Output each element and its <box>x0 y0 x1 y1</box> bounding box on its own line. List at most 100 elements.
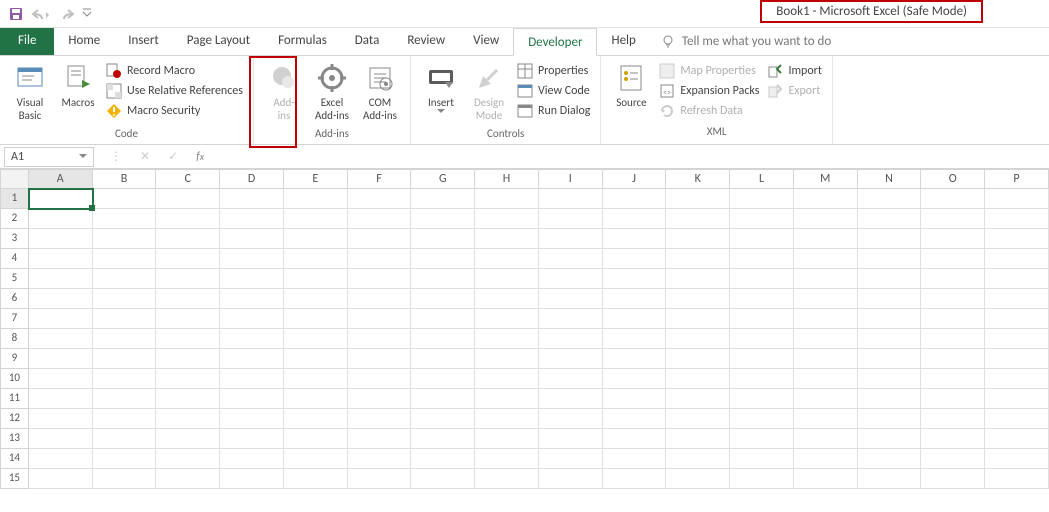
cell[interactable] <box>730 309 794 329</box>
save-icon[interactable] <box>8 6 24 22</box>
cell[interactable] <box>921 409 985 429</box>
tab-review[interactable]: Review <box>393 27 459 55</box>
cell[interactable] <box>284 289 348 309</box>
row-header[interactable]: 14 <box>0 449 29 469</box>
cell[interactable] <box>29 189 93 209</box>
cell[interactable] <box>666 389 730 409</box>
cell[interactable] <box>220 309 284 329</box>
design-mode-button[interactable]: Design Mode <box>465 60 513 124</box>
tab-help[interactable]: Help <box>597 27 649 55</box>
cell[interactable] <box>603 369 667 389</box>
spreadsheet-grid[interactable]: A B C D E F G H I J K L M N O P 12345678… <box>0 169 1049 489</box>
row-header[interactable]: 12 <box>0 409 29 429</box>
cell[interactable] <box>539 289 603 309</box>
cell[interactable] <box>730 409 794 429</box>
cell[interactable] <box>539 229 603 249</box>
cell[interactable] <box>29 429 93 449</box>
com-addins-button[interactable]: COM Add-ins <box>356 60 404 124</box>
cell[interactable] <box>666 229 730 249</box>
cell[interactable] <box>539 189 603 209</box>
row-header[interactable]: 11 <box>0 389 29 409</box>
cell[interactable] <box>603 449 667 469</box>
cell[interactable] <box>156 389 220 409</box>
cell[interactable] <box>475 469 539 489</box>
cell[interactable] <box>156 329 220 349</box>
cell[interactable] <box>29 229 93 249</box>
cell[interactable] <box>93 349 157 369</box>
cell[interactable] <box>603 249 667 269</box>
col-header[interactable]: E <box>284 169 348 189</box>
cell[interactable] <box>411 469 475 489</box>
cell[interactable] <box>985 469 1049 489</box>
record-macro-button[interactable]: Record Macro <box>104 62 245 80</box>
tab-page-layout[interactable]: Page Layout <box>173 27 264 55</box>
col-header[interactable]: P <box>985 169 1049 189</box>
cell[interactable] <box>284 249 348 269</box>
cell[interactable] <box>348 289 412 309</box>
cell[interactable] <box>921 449 985 469</box>
cell[interactable] <box>666 369 730 389</box>
row-header[interactable]: 7 <box>0 309 29 329</box>
cell[interactable] <box>29 469 93 489</box>
cell[interactable] <box>411 269 475 289</box>
cell[interactable] <box>985 329 1049 349</box>
cell[interactable] <box>411 349 475 369</box>
row-header[interactable]: 1 <box>0 189 29 209</box>
cell[interactable] <box>858 249 922 269</box>
cell[interactable] <box>411 309 475 329</box>
cell[interactable] <box>539 409 603 429</box>
cell[interactable] <box>29 309 93 329</box>
cell[interactable] <box>475 209 539 229</box>
cell[interactable] <box>858 289 922 309</box>
cell[interactable] <box>475 289 539 309</box>
cell[interactable] <box>858 329 922 349</box>
cell[interactable] <box>603 429 667 449</box>
cell[interactable] <box>29 349 93 369</box>
tab-developer[interactable]: Developer <box>513 28 597 56</box>
cell[interactable] <box>475 329 539 349</box>
excel-addins-button[interactable]: Excel Add-ins <box>308 60 356 124</box>
cell[interactable] <box>29 409 93 429</box>
cell[interactable] <box>921 289 985 309</box>
cell[interactable] <box>858 429 922 449</box>
cell[interactable] <box>858 449 922 469</box>
cell[interactable] <box>475 429 539 449</box>
addins-button[interactable]: Add- ins <box>260 60 308 124</box>
cell[interactable] <box>475 229 539 249</box>
cell[interactable] <box>220 269 284 289</box>
cell[interactable] <box>794 389 858 409</box>
cell[interactable] <box>220 389 284 409</box>
cell[interactable] <box>985 249 1049 269</box>
view-code-button[interactable]: View Code <box>515 82 592 100</box>
cell[interactable] <box>985 189 1049 209</box>
cell[interactable] <box>93 309 157 329</box>
properties-button[interactable]: Properties <box>515 62 592 80</box>
cell[interactable] <box>475 389 539 409</box>
cell[interactable] <box>156 209 220 229</box>
select-all-corner[interactable] <box>0 169 29 189</box>
cell[interactable] <box>411 289 475 309</box>
cell[interactable] <box>985 269 1049 289</box>
cell[interactable] <box>858 369 922 389</box>
row-header[interactable]: 8 <box>0 329 29 349</box>
row-header[interactable]: 9 <box>0 349 29 369</box>
cell[interactable] <box>284 209 348 229</box>
cell[interactable] <box>539 429 603 449</box>
cell[interactable] <box>794 269 858 289</box>
cell[interactable] <box>348 349 412 369</box>
cell[interactable] <box>348 429 412 449</box>
xml-source-button[interactable]: Source <box>607 60 655 111</box>
cell[interactable] <box>156 289 220 309</box>
cell[interactable] <box>921 269 985 289</box>
cell[interactable] <box>985 289 1049 309</box>
cell[interactable] <box>93 209 157 229</box>
cell[interactable] <box>666 349 730 369</box>
cell[interactable] <box>921 329 985 349</box>
cell[interactable] <box>794 209 858 229</box>
cell[interactable] <box>348 409 412 429</box>
cell[interactable] <box>794 449 858 469</box>
cell[interactable] <box>93 289 157 309</box>
cell[interactable] <box>921 389 985 409</box>
cell[interactable] <box>220 449 284 469</box>
use-relative-references-button[interactable]: Use Relative References <box>104 82 245 100</box>
